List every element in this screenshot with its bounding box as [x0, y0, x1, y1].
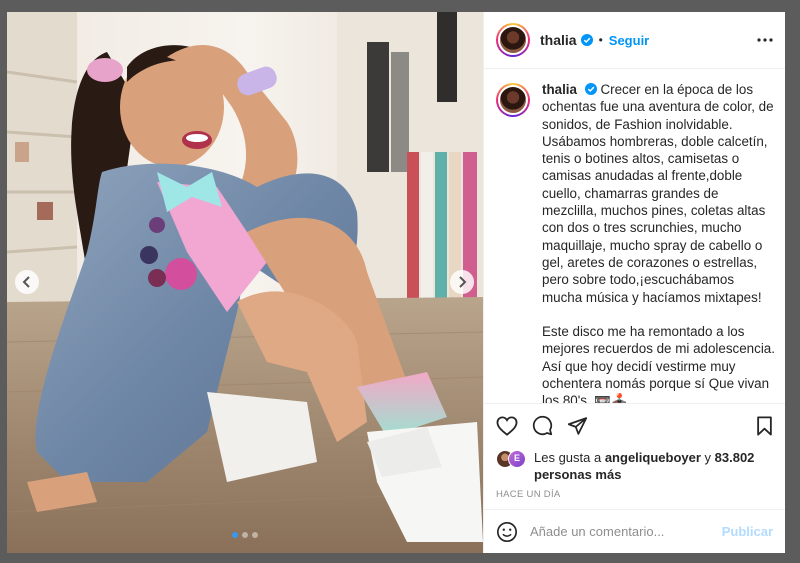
post-header: thalia • Seguir: [484, 12, 785, 69]
chevron-left-icon: [22, 276, 30, 288]
avatar[interactable]: [496, 23, 530, 57]
comment-input[interactable]: [530, 524, 722, 539]
carousel-indicator: [7, 532, 483, 538]
post-media: [7, 12, 483, 553]
liker-username[interactable]: angeliqueboyer: [605, 450, 701, 465]
more-options-icon: [757, 38, 773, 42]
post-sidebar: thalia • Seguir thalia Crecer en la époc…: [483, 12, 785, 553]
carousel-dot: [252, 532, 258, 538]
paper-plane-icon: [567, 416, 588, 435]
heart-icon: [496, 415, 518, 436]
like-button[interactable]: [496, 415, 518, 436]
comment-button[interactable]: [532, 415, 553, 436]
bookmark-icon: [757, 415, 772, 436]
header-username[interactable]: thalia: [540, 32, 577, 48]
caption-username[interactable]: thalia: [542, 82, 577, 97]
caption-body: thalia Crecer en la época de los ochenta…: [542, 81, 775, 403]
comment-bar: Publicar: [484, 509, 785, 553]
chevron-right-icon: [459, 276, 467, 288]
caption-text: Crecer en la época de los ochentas fue u…: [542, 82, 775, 403]
carousel-prev-button[interactable]: [15, 270, 39, 294]
verified-badge-icon: [584, 83, 597, 95]
save-button[interactable]: [756, 415, 773, 436]
liker-avatars: E: [496, 450, 528, 470]
post-photo: [7, 12, 483, 553]
emoji-button[interactable]: [496, 521, 518, 543]
verified-badge-icon: [580, 34, 593, 46]
caption: thalia Crecer en la época de los ochenta…: [484, 69, 785, 403]
avatar: E: [508, 450, 526, 468]
comment-icon: [532, 415, 553, 436]
caption-avatar[interactable]: [496, 83, 530, 117]
publish-button[interactable]: Publicar: [722, 524, 773, 539]
separator-dot: •: [598, 33, 603, 47]
more-options-button[interactable]: [757, 38, 773, 42]
carousel-dot: [232, 532, 238, 538]
carousel-next-button[interactable]: [450, 270, 474, 294]
share-button[interactable]: [567, 416, 588, 436]
likes-summary: E Les gusta a angeliqueboyer y 83.802 pe…: [484, 447, 785, 483]
action-bar: [484, 403, 785, 447]
carousel-dot: [242, 532, 248, 538]
follow-button[interactable]: Seguir: [609, 33, 649, 48]
likes-prefix: Les gusta a: [534, 450, 605, 465]
likes-text: Les gusta a angeliqueboyer y 83.802 pers…: [534, 449, 773, 483]
instagram-post: thalia • Seguir thalia Crecer en la époc…: [7, 12, 785, 553]
emoji-icon: [497, 521, 517, 542]
post-timestamp[interactable]: HACE UN DÍA: [484, 483, 785, 509]
likes-middle: y: [700, 450, 715, 465]
